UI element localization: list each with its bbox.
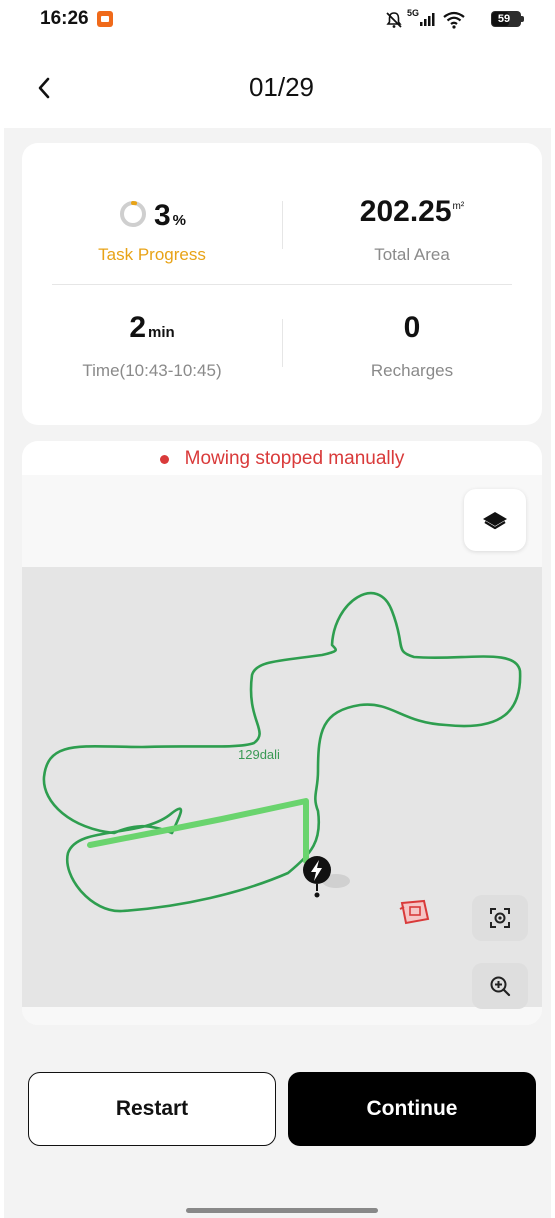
total-area-value: 202.25 xyxy=(359,195,452,228)
recharges-stat: 0 Recharges xyxy=(282,311,542,381)
page-title: 01/29 xyxy=(248,72,315,102)
recharges-label: Recharges xyxy=(370,361,454,380)
mute-icon xyxy=(386,12,402,28)
signal-icon xyxy=(420,13,435,26)
wifi-icon xyxy=(443,11,465,29)
network-label: 5G xyxy=(406,8,419,18)
task-progress-unit: % xyxy=(172,212,187,229)
zoom-in-button[interactable] xyxy=(472,963,528,1009)
battery-level: 59 xyxy=(497,13,511,25)
recharges-value: 0 xyxy=(403,311,421,344)
task-progress-value: 3 xyxy=(153,199,171,232)
home-indicator[interactable] xyxy=(186,1208,378,1213)
charging-dock-icon[interactable] xyxy=(302,855,332,901)
continue-button[interactable]: Continue xyxy=(288,1072,536,1146)
status-time: 16:26 xyxy=(40,8,89,29)
map-layers-button[interactable] xyxy=(464,489,526,551)
battery-icon: 59 xyxy=(491,11,524,27)
status-icons: 5G 59 xyxy=(351,8,524,32)
header: 01/29 xyxy=(0,44,555,128)
time-label: Time(10:43-10:45) xyxy=(82,361,222,380)
mower-icon[interactable] xyxy=(398,897,432,927)
total-area-unit: m² xyxy=(452,201,465,212)
task-progress-stat: 3 % Task Progress xyxy=(22,195,282,265)
status-bar: 16:26 5G 59 xyxy=(0,0,555,44)
total-area-label: Total Area xyxy=(374,245,450,264)
lawn-boundary xyxy=(42,591,522,913)
task-progress-label: Task Progress xyxy=(98,245,206,264)
recenter-icon xyxy=(490,908,510,928)
recenter-button[interactable] xyxy=(472,895,528,941)
time-unit: min xyxy=(148,324,175,341)
zoom-in-icon xyxy=(490,976,511,997)
total-area-stat: 202.25 m² Total Area xyxy=(282,195,542,265)
time-stat: 2 min Time(10:43-10:45) xyxy=(22,311,282,381)
time-value: 2 xyxy=(129,311,146,344)
notification-app-icon xyxy=(97,11,113,27)
divider xyxy=(282,201,283,249)
stats-card: 3 % Task Progress 202.25 m² Total Area 2… xyxy=(22,143,542,425)
restart-button[interactable]: Restart xyxy=(28,1072,276,1146)
zone-label: 129dali xyxy=(238,747,280,762)
map-card: Mowing stopped manually 129dali xyxy=(22,441,542,1025)
progress-ring-icon xyxy=(119,201,146,227)
layers-icon xyxy=(483,512,507,530)
divider xyxy=(52,284,512,285)
